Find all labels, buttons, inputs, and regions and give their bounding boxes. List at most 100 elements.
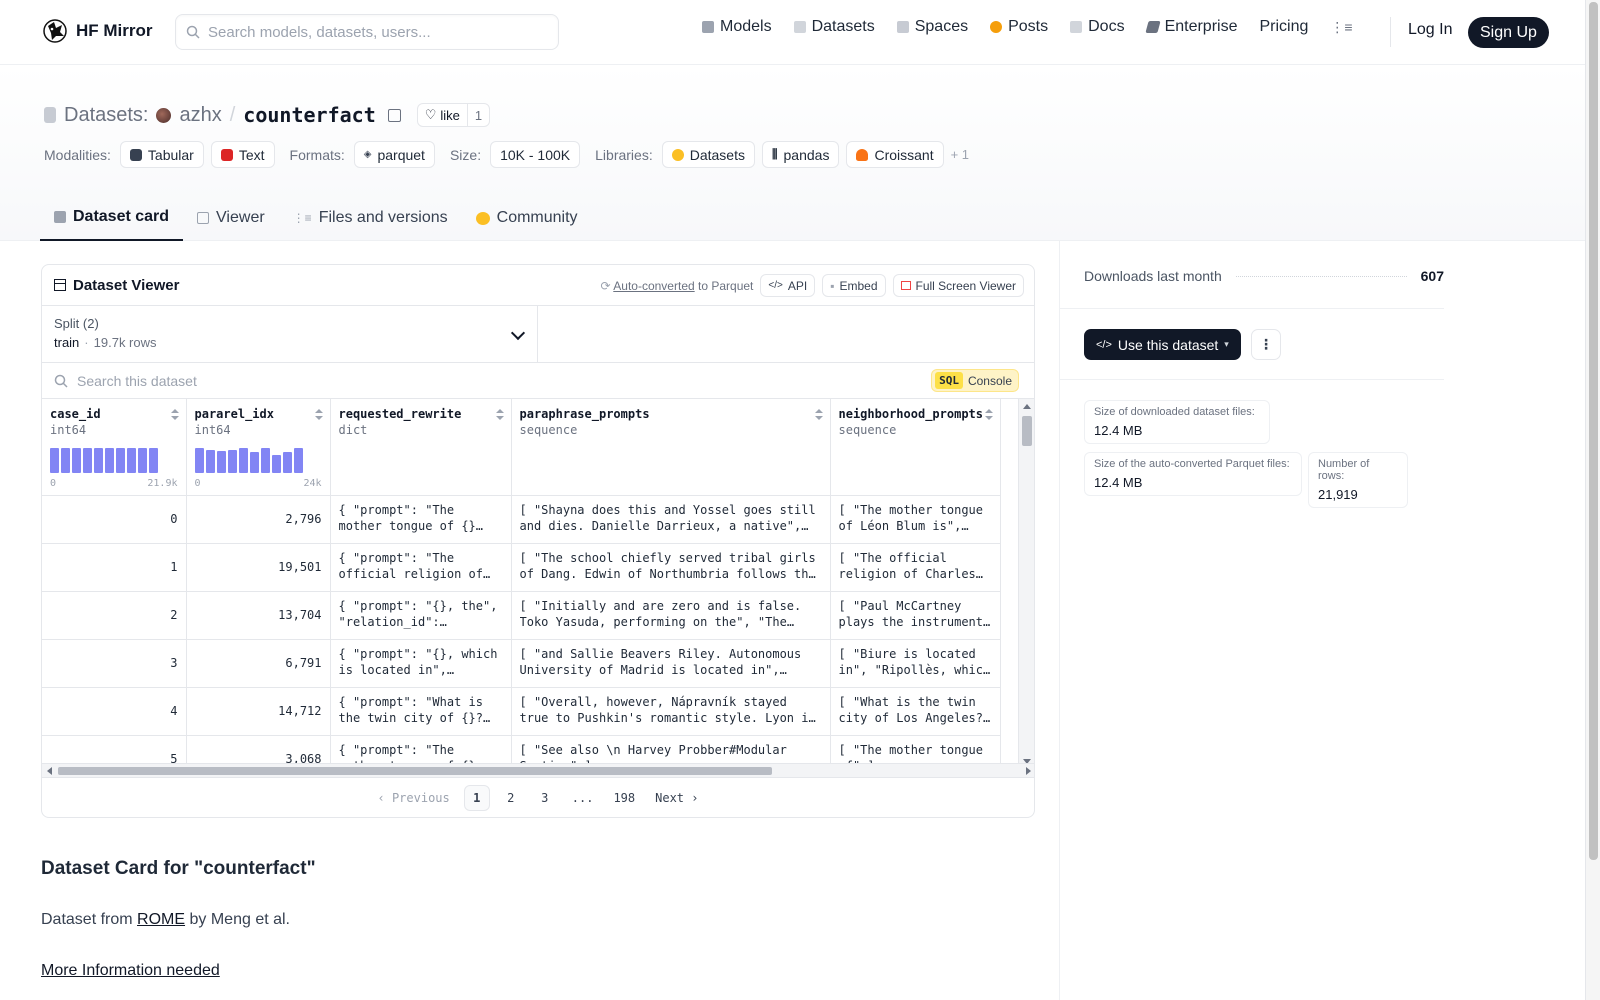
table-cell: 3 xyxy=(42,639,187,688)
nav-spaces[interactable]: Spaces xyxy=(896,18,968,36)
scroll-left-icon[interactable] xyxy=(47,767,52,775)
global-search-input[interactable]: Search models, datasets, users... xyxy=(175,14,559,50)
histogram xyxy=(50,447,158,473)
login-link[interactable]: Log In xyxy=(1408,21,1452,39)
table-horizontal-scrollbar[interactable] xyxy=(42,763,1034,777)
page-button[interactable]: 3 xyxy=(532,785,558,811)
histogram-bar xyxy=(61,447,70,473)
tab-viewer-label: Viewer xyxy=(216,209,265,226)
table-row[interactable]: 1 19,501 { "prompt": "The official relig… xyxy=(42,543,1001,592)
column-header-case-id[interactable]: case_id int64 0 21.9k xyxy=(42,399,187,496)
embed-button[interactable]: ▪ Embed xyxy=(822,274,886,297)
nav-pricing[interactable]: Pricing xyxy=(1259,18,1308,36)
sql-console-button[interactable]: SQL Console xyxy=(931,369,1019,392)
downloads-sparkline xyxy=(1235,275,1407,277)
sort-icon[interactable] xyxy=(314,409,323,420)
tab-viewer[interactable]: Viewer xyxy=(183,195,279,241)
tag-size[interactable]: 10K - 100K xyxy=(490,141,581,168)
table-row[interactable]: 2 13,704 { "prompt": "{}, the", "relatio… xyxy=(42,591,1001,640)
viewer-title-text: Dataset Viewer xyxy=(73,276,180,294)
page-scrollbar[interactable] xyxy=(1585,0,1600,1000)
sort-icon[interactable] xyxy=(170,409,179,420)
more-libraries-link[interactable]: + 1 xyxy=(951,147,969,162)
files-icon: ⋮≡ xyxy=(292,211,312,225)
column-header-pararel-idx[interactable]: pararel_idx int64 0 24k xyxy=(186,399,331,496)
owner-link[interactable]: azhx xyxy=(179,104,221,127)
scroll-up-icon[interactable] xyxy=(1023,404,1031,409)
signup-button[interactable]: Sign Up xyxy=(1468,17,1549,48)
refresh-icon: ⟳ xyxy=(600,278,611,293)
table-row[interactable]: 4 14,712 { "prompt": "What is the twin c… xyxy=(42,687,1001,736)
tag-tabular[interactable]: Tabular xyxy=(119,141,204,168)
cell-text: [ "Initially and are zero and is false. … xyxy=(519,598,802,629)
tag-croissant[interactable]: Croissant xyxy=(846,141,944,168)
parquet-icon: ◈ xyxy=(363,149,372,160)
cell-text: [ "The school chiefly served tribal girl… xyxy=(519,550,816,581)
more-menu-icon[interactable]: ⋮≡ xyxy=(1330,19,1352,36)
scroll-thumb[interactable] xyxy=(58,767,772,775)
split-name: train xyxy=(54,335,80,350)
page-button[interactable]: 1 xyxy=(463,784,490,811)
page-button[interactable]: 2 xyxy=(498,785,524,811)
tab-dataset-card[interactable]: Dataset card xyxy=(40,195,184,241)
sort-icon[interactable] xyxy=(495,409,504,420)
tab-files[interactable]: ⋮≡ Files and versions xyxy=(279,195,462,241)
split-select[interactable]: Split (2) train · 19.7k rows xyxy=(42,306,538,362)
nav-models[interactable]: Models xyxy=(702,18,772,36)
more-options-button[interactable]: ⋮ xyxy=(1251,329,1281,360)
table-cell: [ "What is the twin city of Los Angeles?… xyxy=(830,687,1001,736)
sort-icon[interactable] xyxy=(814,409,823,420)
sort-icon[interactable] xyxy=(984,409,993,420)
table-cell: 14,712 xyxy=(186,687,331,736)
column-header-requested-rewrite[interactable]: requested_rewrite dict xyxy=(330,399,512,496)
cell-text: [ "What is the twin city of Los Angeles?… xyxy=(838,694,984,725)
tab-community[interactable]: Community xyxy=(462,195,592,241)
histogram-bar xyxy=(94,447,103,473)
column-name: paraphrase_prompts xyxy=(519,407,650,421)
page-button[interactable]: 198 xyxy=(607,785,641,811)
card-text-after: by Meng et al. xyxy=(189,911,291,928)
auto-converted-link[interactable]: Auto-converted xyxy=(613,279,694,293)
scroll-right-icon[interactable] xyxy=(1026,767,1031,775)
table-cell: [ "Paul McCartney plays the instrument" … xyxy=(830,591,1001,640)
dataset-search-input[interactable]: Search this dataset SQL Console xyxy=(42,363,1034,399)
scroll-thumb[interactable] xyxy=(1022,416,1032,446)
tag-datasets-lib[interactable]: Datasets xyxy=(661,141,755,168)
tag-pandas[interactable]: ⫼ pandas xyxy=(761,141,840,168)
like-count: 1 xyxy=(466,104,489,126)
tag-text[interactable]: Text xyxy=(210,141,275,168)
table-cell: { "prompt": "The mother tongue of {} is"… xyxy=(330,495,512,544)
brand-logo[interactable]: HF Mirror xyxy=(42,18,153,44)
tag-pandas-label: pandas xyxy=(783,146,830,163)
table-cell: [ "The official religion of Charles the … xyxy=(830,543,1001,592)
table-row[interactable]: 0 2,796 { "prompt": "The mother tongue o… xyxy=(42,495,1001,544)
column-header-neighborhood-prompts[interactable]: neighborhood_prompts sequence xyxy=(830,399,1001,496)
nav-docs[interactable]: Docs xyxy=(1070,18,1125,36)
table-row[interactable]: 3 6,791 { "prompt": "{}, which is locate… xyxy=(42,639,1001,688)
search-icon xyxy=(186,25,200,39)
more-info-link[interactable]: More Information needed xyxy=(41,962,220,980)
nav-posts[interactable]: Posts xyxy=(990,18,1048,36)
nav-datasets[interactable]: Datasets xyxy=(793,18,875,36)
column-header-paraphrase-prompts[interactable]: paraphrase_prompts sequence xyxy=(511,399,831,496)
histogram-range: 0 21.9k xyxy=(50,478,178,489)
rome-link[interactable]: ROME xyxy=(137,911,185,928)
page-scroll-thumb[interactable] xyxy=(1589,2,1598,860)
previous-page-button[interactable]: ‹ Previous xyxy=(372,785,456,811)
chat-icon xyxy=(990,21,1003,33)
section-label[interactable]: Datasets: xyxy=(64,104,148,127)
dataset-name-link[interactable]: counterfact xyxy=(243,103,375,127)
copy-icon[interactable] xyxy=(387,108,401,122)
table-cell: 13,704 xyxy=(186,591,331,640)
nav-enterprise[interactable]: Enterprise xyxy=(1144,18,1237,36)
histogram-min: 0 xyxy=(50,477,57,489)
full-screen-button[interactable]: Full Screen Viewer xyxy=(892,274,1024,297)
pagination: ‹ Previous 1 2 3 ... 198 Next › xyxy=(42,777,1034,817)
next-page-button[interactable]: Next › xyxy=(649,785,704,811)
like-button[interactable]: ♡ like 1 xyxy=(416,103,491,127)
api-button[interactable]: </> API xyxy=(760,274,816,297)
use-this-dataset-button[interactable]: </> Use this dataset ▾ xyxy=(1084,329,1241,360)
table-vertical-scrollbar[interactable] xyxy=(1018,399,1034,769)
histogram-bar xyxy=(282,451,292,473)
tag-parquet[interactable]: ◈ parquet xyxy=(353,141,435,168)
